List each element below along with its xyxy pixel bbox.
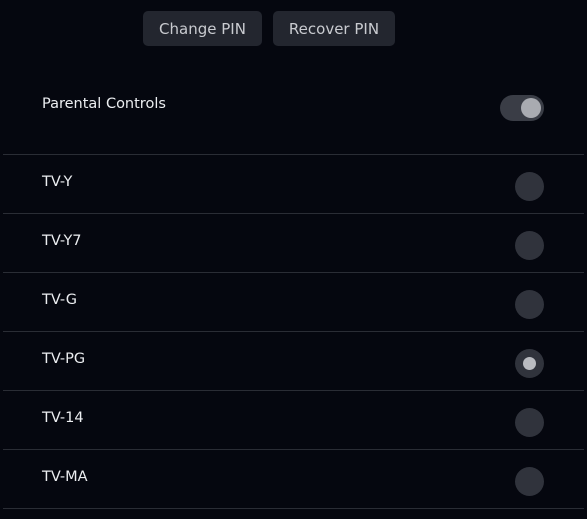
divider — [3, 272, 584, 273]
toggle-knob — [521, 98, 541, 118]
rating-label: TV-MA — [42, 469, 88, 485]
rating-radio[interactable] — [515, 467, 544, 496]
divider — [3, 331, 584, 332]
rating-row-tv-pg[interactable]: TV-PG — [0, 331, 587, 390]
rating-row-tv-g[interactable]: TV-G — [0, 272, 587, 331]
parental-controls-toggle[interactable] — [500, 95, 544, 121]
rating-label: TV-G — [42, 292, 77, 308]
change-pin-button[interactable]: Change PIN — [143, 11, 262, 46]
divider — [3, 449, 584, 450]
rating-radio[interactable] — [515, 231, 544, 260]
divider — [3, 390, 584, 391]
rating-row-tv-y[interactable]: TV-Y — [0, 154, 587, 213]
divider — [3, 508, 584, 509]
divider — [3, 154, 584, 155]
rating-radio[interactable] — [515, 408, 544, 437]
recover-pin-button[interactable]: Recover PIN — [273, 11, 395, 46]
rating-radio[interactable] — [515, 172, 544, 201]
divider — [3, 213, 584, 214]
radio-selected-dot — [523, 357, 536, 370]
rating-radio[interactable] — [515, 349, 544, 378]
rating-row-tv-y7[interactable]: TV-Y7 — [0, 213, 587, 272]
rating-row-tv-ma[interactable]: TV-MA — [0, 449, 587, 508]
rating-row-tv-14[interactable]: TV-14 — [0, 390, 587, 449]
rating-radio[interactable] — [515, 290, 544, 319]
rating-label: TV-Y — [42, 174, 73, 190]
rating-label: TV-PG — [42, 351, 86, 367]
rating-label: TV-14 — [42, 410, 84, 426]
parental-controls-label: Parental Controls — [42, 96, 166, 112]
rating-label: TV-Y7 — [42, 233, 82, 249]
